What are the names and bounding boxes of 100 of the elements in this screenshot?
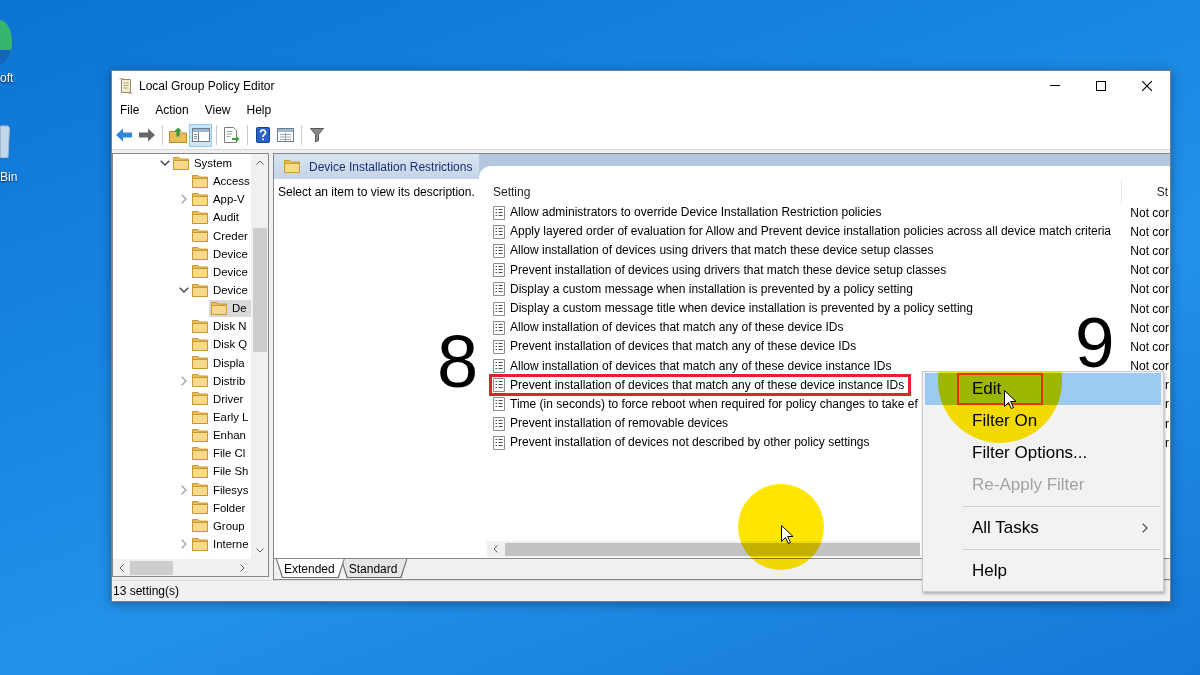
setting-name[interactable]: Allow administrators to override Device Installation Restriction policies (510, 206, 882, 220)
setting-name[interactable]: Prevent installation of removable devices (510, 417, 729, 431)
setting-name[interactable]: Allow installation of devices using drivers that match these device setup classes (510, 244, 934, 258)
tree-item[interactable]: Access (190, 172, 251, 190)
folder-icon (284, 160, 300, 173)
folder-icon (192, 537, 208, 551)
setting-icon (493, 359, 505, 374)
scroll-left-icon[interactable] (119, 563, 124, 572)
setting-state: Not cor (1130, 302, 1169, 315)
chevron-down-icon[interactable] (160, 160, 170, 167)
tree-item[interactable]: Creder (190, 227, 251, 245)
setting-icon (493, 282, 505, 297)
menu-item[interactable]: Action (147, 102, 197, 119)
tree-item[interactable]: Interne (190, 535, 251, 553)
mouse-pointer-icon (1004, 390, 1016, 409)
tree-item[interactable]: Distrib (190, 372, 251, 390)
tree-item[interactable]: File Sh (190, 462, 251, 480)
left-arrow-icon (115, 128, 132, 142)
folder-icon (192, 337, 208, 351)
setting-name[interactable]: Prevent installation of devices that match any of these device IDs (510, 340, 857, 354)
chevron-right-icon[interactable] (181, 194, 187, 205)
setting-name[interactable]: Prevent installation of devices not described by other policy settings (510, 436, 870, 450)
folder-icon (192, 446, 208, 460)
chevron-down-icon[interactable] (179, 287, 189, 294)
setting-name[interactable]: Allow installation of devices that match any of these device instance IDs (510, 359, 892, 373)
setting-name[interactable]: Time (in seconds) to force reboot when required for policy changes to take ef (510, 397, 918, 411)
scrollbar-thumb[interactable] (252, 228, 267, 352)
setting-state: Not cor (1130, 360, 1169, 373)
setting-icon (493, 339, 505, 354)
menu-item[interactable]: All Tasks (925, 512, 1161, 544)
setting-state: Not cor (1130, 283, 1169, 296)
scroll-right-icon[interactable] (240, 563, 245, 572)
scrollbar-thumb[interactable] (130, 560, 173, 575)
setting-icon (493, 263, 505, 278)
maximize-icon (1096, 80, 1106, 91)
setting-name[interactable]: Prevent installation of devices that match any of these device instance IDs (510, 378, 905, 392)
folder-icon (192, 211, 208, 224)
chevron-right-icon[interactable] (181, 375, 187, 386)
setting-name[interactable]: Display a custom message when installation is prevented by a policy setting (510, 282, 913, 296)
setting-name[interactable]: Allow installation of devices that match any of these device IDs (510, 321, 844, 335)
folder-icon (192, 174, 208, 188)
filter-icon (309, 128, 324, 142)
setting-icon (493, 243, 505, 258)
tree-item[interactable]: Device (190, 281, 251, 299)
document-icon (119, 77, 133, 94)
setting-icon (493, 435, 505, 450)
tree-item[interactable]: System (171, 154, 251, 172)
tree-item[interactable]: App-V (190, 190, 251, 208)
setting-state: r (1165, 379, 1169, 392)
setting-icon (493, 224, 505, 239)
tree-item[interactable]: Disk N (190, 317, 251, 335)
setting-state: r (1165, 417, 1169, 430)
tree-item[interactable]: Driver (190, 390, 251, 408)
desktop-icon-label[interactable]: oft (0, 71, 14, 85)
tree-item[interactable]: Device (190, 263, 251, 281)
round-logo-icon[interactable] (0, 20, 12, 64)
setting-state: Not cor (1130, 264, 1169, 277)
column-header[interactable]: St (1122, 180, 1170, 203)
tree-item[interactable]: De (209, 299, 251, 317)
show-tree-button[interactable] (189, 123, 212, 147)
menu-item[interactable]: Help (925, 555, 1161, 587)
menu-item[interactable]: View (196, 102, 239, 119)
setting-name[interactable]: Display a custom message title when device installation is prevented by a policy setting (510, 302, 973, 316)
tree-item[interactable]: Early L (190, 408, 251, 426)
tree-item[interactable]: Audit (190, 209, 251, 226)
scroll-up-icon[interactable] (255, 160, 264, 165)
step-number: 9 (1075, 317, 1115, 370)
scroll-down-icon[interactable] (255, 548, 264, 553)
tree-item[interactable]: Group (190, 517, 251, 535)
mouse-pointer-icon (781, 525, 793, 544)
menu-item[interactable]: File (112, 102, 148, 119)
desktop-icon-label[interactable]: Bin (0, 170, 18, 184)
tree-item[interactable]: Enhan (190, 426, 251, 444)
menu-item[interactable]: Help (238, 102, 280, 119)
setting-name[interactable]: Prevent installation of devices using drivers that match these device setup classes (510, 263, 947, 277)
folder-icon (192, 229, 208, 243)
setting-icon (493, 397, 505, 412)
folder-icon (192, 464, 208, 478)
document-arrow-icon (223, 127, 240, 143)
tree-item[interactable]: Displa (190, 354, 251, 372)
column-header[interactable]: Setting (485, 180, 1122, 203)
setting-name[interactable]: Apply layered order of evaluation for Allow and Prevent device installation policies across all device match criteria (510, 225, 1111, 239)
tree-item[interactable]: Disk Q (190, 335, 251, 353)
folder-icon (192, 319, 208, 333)
folder-icon (192, 519, 208, 533)
split-pane-icon (191, 128, 210, 142)
status-text: 13 setting(s) (113, 584, 180, 598)
tree-item[interactable]: File Cl (190, 444, 251, 462)
trash-bin-icon[interactable] (0, 124, 10, 158)
right-arrow-icon (138, 128, 155, 142)
tree-item[interactable]: Filesys (190, 481, 251, 499)
chevron-right-icon[interactable] (181, 484, 187, 495)
setting-icon (493, 320, 505, 335)
chevron-right-icon[interactable] (181, 539, 187, 549)
scroll-left-icon[interactable] (492, 545, 498, 553)
tree-item[interactable]: Folder (190, 499, 251, 517)
menu-item[interactable]: Filter Options... (925, 437, 1161, 469)
folder-arrow-icon (168, 127, 187, 143)
tree-item[interactable]: Device (190, 245, 251, 263)
setting-state: Not cor (1130, 206, 1169, 219)
